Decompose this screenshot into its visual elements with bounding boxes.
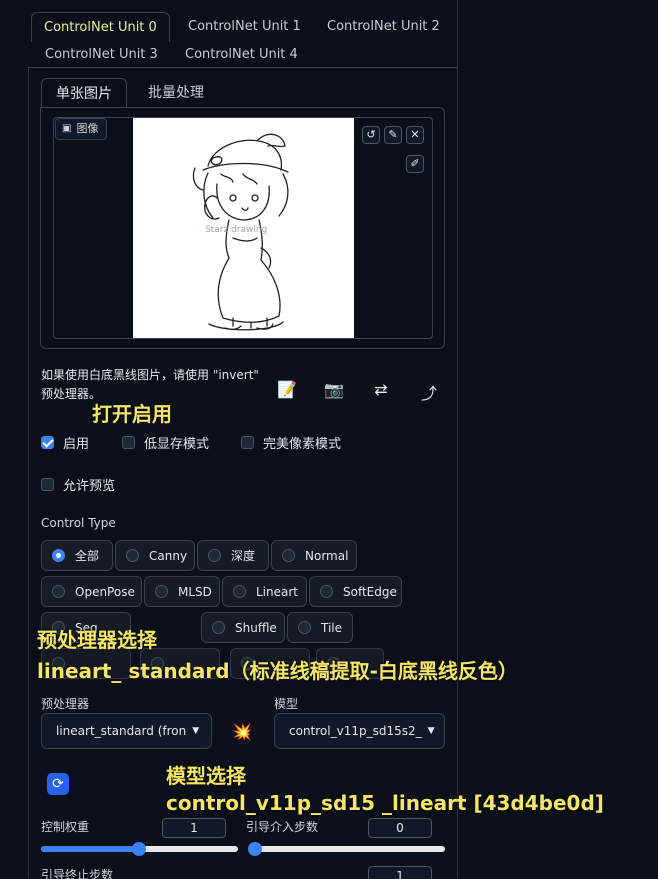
guidance-start-slider[interactable] (248, 842, 445, 856)
slider-thumb[interactable] (132, 842, 146, 856)
chevron-down-icon: ▼ (192, 726, 200, 736)
model-dropdown[interactable]: control_v11p_sd15s2_ ▼ (274, 713, 445, 749)
brush-icon[interactable]: ✐ (406, 155, 424, 173)
model-label: 模型 (274, 697, 299, 711)
edit-icon[interactable]: ✎ (384, 126, 402, 144)
control-weight-label: 控制权重 (41, 820, 90, 834)
tab-unit-0[interactable]: ControlNet Unit 0 (31, 12, 170, 42)
annotation-enable: 打开启用 (92, 402, 172, 426)
radio-lineart[interactable]: Lineart (222, 576, 307, 607)
guidance-start-label: 引导介入步数 (246, 820, 319, 834)
checkbox-indicator (41, 478, 54, 491)
radio-depth[interactable]: 深度 (197, 540, 269, 571)
radio-openpose[interactable]: OpenPose (41, 576, 142, 607)
control-type-label: Control Type (41, 516, 116, 530)
radio-mlsd[interactable]: MLSD (144, 576, 220, 607)
refresh-models-icon[interactable]: ⟳ (47, 773, 69, 795)
control-weight-slider[interactable] (41, 842, 238, 856)
enable-checkbox[interactable]: 启用 (41, 433, 89, 452)
checkbox-indicator (241, 436, 254, 449)
lineart-illustration: Starz drawing (192, 133, 289, 331)
image-mode-tabs: 单张图片 批量处理 (40, 78, 445, 108)
undo-icon[interactable]: ↺ (362, 126, 380, 144)
control-weight-input[interactable]: 1 (162, 818, 226, 838)
camera-icon[interactable]: 📷 (323, 380, 345, 399)
radio-normal[interactable]: Normal (271, 540, 357, 571)
radio-shuffle[interactable]: Shuffle (201, 612, 285, 643)
guidance-end-input[interactable]: 1 (368, 866, 432, 879)
radio-canny[interactable]: Canny (115, 540, 195, 571)
tab-unit-1[interactable]: ControlNet Unit 1 (182, 13, 307, 41)
send-dimensions-icon[interactable]: ⤴ (418, 380, 440, 404)
annotation-preprocessor-detail: lineart_ standard（标准线稿提取-白底黑线反色） (37, 659, 518, 683)
slider-thumb[interactable] (248, 842, 262, 856)
new-canvas-icon[interactable]: 📝 (276, 380, 298, 399)
radio-softedge[interactable]: SoftEdge (309, 576, 402, 607)
preprocessor-dropdown[interactable]: lineart_standard (fron ▼ (41, 713, 212, 749)
pixel-perfect-checkbox[interactable]: 完美像素模式 (241, 433, 341, 452)
annotation-model-detail: control_v11p_sd15 _lineart [43d4be0d] (166, 791, 604, 815)
tab-unit-3[interactable]: ControlNet Unit 3 (39, 41, 164, 69)
uploaded-drawing: Starz drawing (133, 118, 354, 338)
tab-unit-4[interactable]: ControlNet Unit 4 (179, 41, 304, 69)
checkbox-indicator (122, 436, 135, 449)
checkbox-indicator (41, 436, 54, 449)
guidance-end-label: 引导终止步数 (41, 868, 114, 879)
tab-batch[interactable]: 批量处理 (134, 78, 218, 108)
image-watermark: Starz drawing (205, 225, 267, 235)
guidance-start-input[interactable]: 0 (368, 818, 432, 838)
tab-unit-2[interactable]: ControlNet Unit 2 (321, 13, 446, 41)
allow-preview-checkbox[interactable]: 允许预览 (41, 475, 115, 494)
radio-all[interactable]: 全部 (41, 540, 113, 571)
image-icon: ▣ (62, 123, 72, 134)
image-label: ▣ 图像 (55, 118, 108, 140)
run-preprocessor-icon[interactable]: 💥 (232, 722, 252, 741)
close-icon[interactable]: ✕ (406, 126, 424, 144)
tab-single-image[interactable]: 单张图片 (41, 78, 127, 108)
annotation-preprocessor-title: 预处理器选择 (37, 628, 157, 652)
low-vram-checkbox[interactable]: 低显存模式 (122, 433, 209, 452)
annotation-model-title: 模型选择 (166, 764, 246, 788)
chevron-down-icon: ▼ (427, 726, 435, 736)
radio-tile[interactable]: Tile (287, 612, 353, 643)
controlnet-unit-tabs: ControlNet Unit 0 ControlNet Unit 1 Cont… (0, 0, 658, 70)
swap-icon[interactable]: ⇄ (370, 380, 392, 399)
preprocessor-label: 预处理器 (41, 697, 90, 711)
